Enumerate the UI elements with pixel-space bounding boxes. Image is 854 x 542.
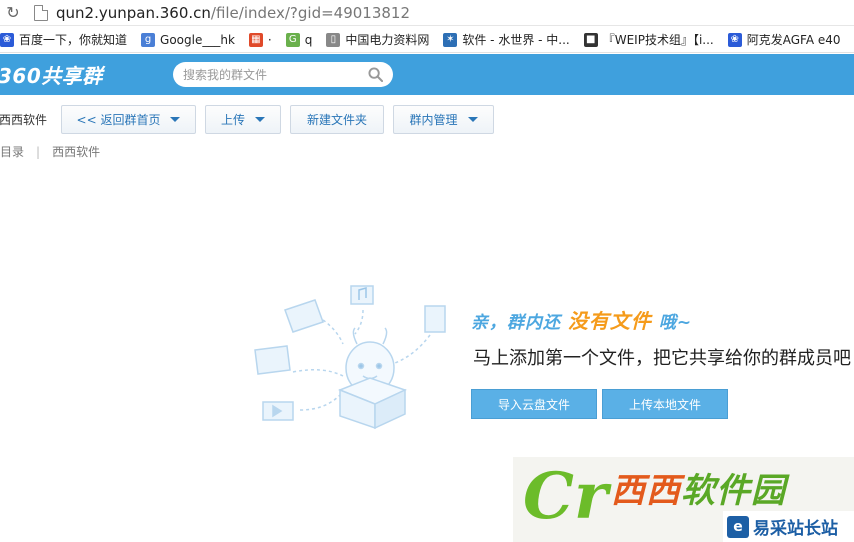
bookmark-label: · bbox=[267, 32, 272, 47]
page-icon bbox=[34, 4, 48, 21]
back-to-group-button[interactable]: << 返回群首页 bbox=[61, 104, 196, 134]
chevron-down-icon bbox=[170, 116, 181, 122]
app-logo[interactable]: 360共享群 bbox=[0, 60, 103, 89]
bookmark-item[interactable]: g Google___hk bbox=[141, 32, 235, 47]
back-to-group-label: << 返回群首页 bbox=[76, 112, 161, 127]
page-icon: ▯ bbox=[326, 32, 341, 47]
watermark-site-name: 易采站长站 bbox=[753, 519, 838, 539]
watermark-site: e 易采站长站 bbox=[723, 511, 854, 542]
paw-icon: ❀ bbox=[0, 32, 14, 47]
url-field[interactable]: qun2.yunpan.360.cn/file/index/?gid=49013… bbox=[56, 4, 410, 22]
import-cloud-files-button[interactable]: 导入云盘文件 bbox=[471, 389, 597, 419]
group-name: 西西软件 bbox=[0, 112, 48, 127]
new-folder-button[interactable]: 新建文件夹 bbox=[290, 104, 384, 134]
watermark-brand-b: 软件园 bbox=[681, 471, 786, 511]
chevron-down-icon bbox=[255, 116, 265, 122]
search-icon[interactable] bbox=[368, 67, 383, 82]
breadcrumb-separator: | bbox=[36, 144, 41, 159]
upload-label: 上传 bbox=[220, 112, 245, 127]
bookmark-item[interactable]: ■ 『WEIP技术组』【i... bbox=[583, 31, 714, 48]
bookmarks-bar: ❀ 百度一下，你就知道 g Google___hk ▦ · Gq ▯ 中国电力资料网 ✶ 软件 - … bbox=[0, 27, 854, 53]
chevron-down-icon bbox=[467, 116, 478, 122]
bookmark-item[interactable]: ▦ · bbox=[248, 32, 272, 47]
bookmark-label: 中国电力资料网 bbox=[345, 33, 430, 47]
bookmark-item[interactable]: ❀ 百度一下，你就知道 bbox=[0, 31, 127, 48]
google-icon: g bbox=[141, 32, 156, 47]
bookmark-label: Google___hk bbox=[160, 32, 235, 47]
search-box[interactable] bbox=[173, 62, 393, 87]
watermark-letter: Cr bbox=[523, 459, 608, 534]
site-logo-icon: e bbox=[727, 515, 749, 538]
bookmark-label: 阿克发AGFA e40 bbox=[746, 33, 841, 47]
new-folder-label: 新建文件夹 bbox=[306, 112, 367, 127]
group-manage-label: 群内管理 bbox=[409, 112, 458, 127]
url-host: qun2.yunpan.360.cn bbox=[56, 3, 211, 22]
breadcrumb-root[interactable]: 目录 bbox=[0, 143, 24, 160]
bookmark-item[interactable]: Gq bbox=[285, 32, 313, 47]
watermark: Cr 西西软件园 e 易采站长站 bbox=[513, 457, 854, 542]
bookmark-item[interactable]: ▯ 中国电力资料网 bbox=[326, 31, 429, 48]
empty-title-highlight: 没有文件 bbox=[567, 309, 652, 333]
search-input[interactable] bbox=[183, 67, 358, 82]
url-path: /file/index/?gid=49013812 bbox=[210, 3, 411, 22]
watermark-brand: 西西软件园 bbox=[611, 463, 786, 512]
empty-title-prefix: 亲，群内还 bbox=[471, 313, 561, 333]
empty-state-description: 马上添加第一个文件，把它共享给你的群成员吧 bbox=[473, 348, 851, 369]
watermark-brand-a: 西西 bbox=[611, 471, 681, 511]
breadcrumb-current: 西西软件 bbox=[52, 145, 101, 159]
bookmark-label: 软件 - 水世界 - 中... bbox=[462, 33, 570, 47]
bookmark-item[interactable]: ❀ 阿克发AGFA e40 bbox=[727, 31, 841, 48]
windows-icon: ▦ bbox=[248, 32, 263, 47]
paw-icon: ❀ bbox=[727, 32, 742, 47]
star-icon: ✶ bbox=[443, 32, 458, 47]
file-toolbar: 西西软件 << 返回群首页 上传 新建文件夹 群内管理 bbox=[0, 104, 503, 134]
bookmark-label: q bbox=[304, 32, 313, 47]
upload-button[interactable]: 上传 bbox=[205, 104, 281, 134]
bookmark-label: 『WEIP技术组』【i... bbox=[602, 33, 714, 47]
upload-local-files-button[interactable]: 上传本地文件 bbox=[602, 389, 728, 419]
empty-box-illustration bbox=[254, 285, 446, 430]
g-leaf-icon: G bbox=[285, 32, 300, 47]
group-manage-button[interactable]: 群内管理 bbox=[393, 104, 494, 134]
bookmark-label: 百度一下，你就知道 bbox=[19, 33, 128, 47]
empty-state-title: 亲，群内还 没有文件 哦~ bbox=[471, 305, 692, 334]
empty-title-suffix: 哦~ bbox=[658, 313, 693, 333]
breadcrumb: 目录 | 西西软件 bbox=[0, 143, 100, 160]
reload-icon[interactable]: ↻ bbox=[2, 2, 24, 24]
app-header: 360共享群 bbox=[0, 54, 854, 95]
browser-address-bar: ↻ qun2.yunpan.360.cn/file/index/?gid=490… bbox=[0, 0, 854, 26]
tech-icon: ■ bbox=[583, 32, 598, 47]
bookmark-item[interactable]: ✶ 软件 - 水世界 - 中... bbox=[443, 31, 570, 48]
